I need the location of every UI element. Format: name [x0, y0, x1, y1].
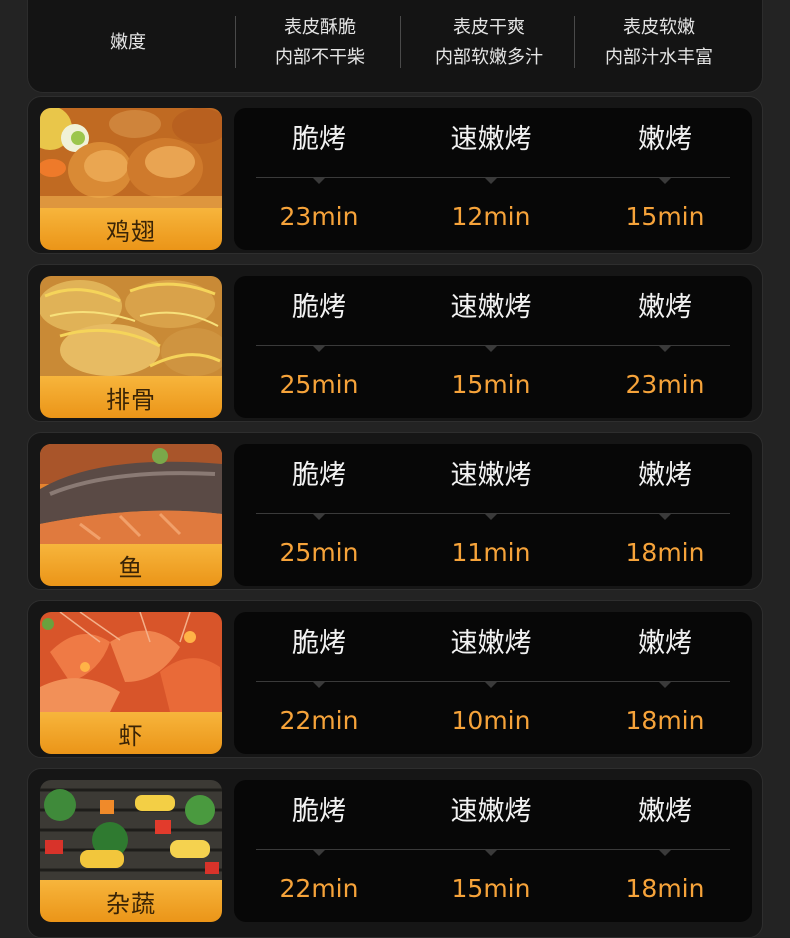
- time-crispy: 22min: [279, 874, 359, 903]
- food-tile: 杂蔬: [40, 780, 222, 922]
- food-tile: 虾: [40, 612, 222, 754]
- mode-tender: 嫩烤: [638, 460, 692, 491]
- header-separator: [235, 16, 236, 68]
- down-arrow-icon: [313, 850, 325, 856]
- ribs-image: [40, 276, 222, 376]
- down-arrow-icon: [485, 514, 497, 520]
- food-row-vegetables: 杂蔬 脆烤 速嫩烤 嫩烤 22min 15min 18min: [27, 768, 763, 938]
- header-col-line2: 内部汁水丰富: [605, 47, 713, 68]
- time-crispy: 23min: [279, 202, 359, 231]
- down-arrow-icon: [485, 178, 497, 184]
- food-label: 杂蔬: [40, 880, 222, 922]
- time-panel: 脆烤 速嫩烤 嫩烤 25min 15min 23min: [234, 276, 752, 418]
- mode-tender: 嫩烤: [638, 796, 692, 827]
- time-fast-tender: 11min: [451, 538, 531, 567]
- header-col-line1: 表皮干爽: [453, 17, 525, 38]
- down-arrow-icon: [313, 178, 325, 184]
- shrimp-image: [40, 612, 222, 712]
- food-row-fish: 鱼 脆烤 速嫩烤 嫩烤 25min 11min 18min: [27, 432, 763, 590]
- down-arrow-icon: [485, 682, 497, 688]
- time-panel: 脆烤 速嫩烤 嫩烤 22min 15min 18min: [234, 780, 752, 922]
- down-arrow-icon: [485, 346, 497, 352]
- mode-crispy: 脆烤: [292, 292, 346, 323]
- time-tender: 18min: [625, 706, 705, 735]
- down-arrow-icon: [659, 346, 671, 352]
- header-col-fast-tender: 表皮干爽 内部软嫩多汁: [404, 12, 574, 74]
- mode-fast-tender: 速嫩烤: [450, 628, 532, 659]
- down-arrow-icon: [485, 850, 497, 856]
- time-crispy: 25min: [279, 370, 359, 399]
- vegetables-image: [40, 780, 222, 880]
- time-fast-tender: 10min: [451, 706, 531, 735]
- time-fast-tender: 12min: [451, 202, 531, 231]
- time-panel: 脆烤 速嫩烤 嫩烤 25min 11min 18min: [234, 444, 752, 586]
- chicken-wings-image: [40, 108, 222, 208]
- mode-crispy: 脆烤: [292, 796, 346, 827]
- time-panel: 脆烤 速嫩烤 嫩烤 22min 10min 18min: [234, 612, 752, 754]
- down-arrow-icon: [659, 514, 671, 520]
- mode-fast-tender: 速嫩烤: [450, 460, 532, 491]
- header-col-line1: 表皮软嫩: [623, 17, 695, 38]
- time-fast-tender: 15min: [451, 370, 531, 399]
- food-row-shrimp: 虾 脆烤 速嫩烤 嫩烤 22min 10min 18min: [27, 600, 763, 758]
- down-arrow-icon: [313, 346, 325, 352]
- header-col-line2: 内部不干柴: [275, 47, 365, 68]
- mode-tender: 嫩烤: [638, 124, 692, 155]
- time-tender: 23min: [625, 370, 705, 399]
- header-col-tender: 表皮软嫩 内部汁水丰富: [579, 12, 739, 74]
- time-panel: 脆烤 速嫩烤 嫩烤 23min 12min 15min: [234, 108, 752, 250]
- mode-crispy: 脆烤: [292, 124, 346, 155]
- doneness-header: 嫩度 表皮酥脆 内部不干柴 表皮干爽 内部软嫩多汁 表皮软嫩 内部汁水丰富: [27, 0, 763, 93]
- food-label: 鸡翅: [40, 208, 222, 250]
- doneness-label-text: 嫩度: [110, 32, 146, 53]
- food-tile: 排骨: [40, 276, 222, 418]
- mode-tender: 嫩烤: [638, 628, 692, 659]
- mode-crispy: 脆烤: [292, 628, 346, 659]
- mode-crispy: 脆烤: [292, 460, 346, 491]
- down-arrow-icon: [659, 682, 671, 688]
- fish-image: [40, 444, 222, 544]
- food-label: 虾: [40, 712, 222, 754]
- header-col-line2: 内部软嫩多汁: [435, 47, 543, 68]
- mode-tender: 嫩烤: [638, 292, 692, 323]
- header-separator: [574, 16, 575, 68]
- down-arrow-icon: [313, 682, 325, 688]
- food-tile: 鱼: [40, 444, 222, 586]
- down-arrow-icon: [313, 514, 325, 520]
- time-tender: 18min: [625, 538, 705, 567]
- time-crispy: 25min: [279, 538, 359, 567]
- time-fast-tender: 15min: [451, 874, 531, 903]
- header-separator: [400, 16, 401, 68]
- header-col-line1: 表皮酥脆: [284, 17, 356, 38]
- time-crispy: 22min: [279, 706, 359, 735]
- food-row-ribs: 排骨 脆烤 速嫩烤 嫩烤 25min 15min 23min: [27, 264, 763, 422]
- time-tender: 18min: [625, 874, 705, 903]
- mode-fast-tender: 速嫩烤: [450, 124, 532, 155]
- down-arrow-icon: [659, 178, 671, 184]
- food-row-chicken-wings: 鸡翅 脆烤 速嫩烤 嫩烤 23min 12min 15min: [27, 96, 763, 254]
- food-label: 鱼: [40, 544, 222, 586]
- time-tender: 15min: [625, 202, 705, 231]
- food-tile: 鸡翅: [40, 108, 222, 250]
- down-arrow-icon: [659, 850, 671, 856]
- doneness-label: 嫩度: [68, 12, 188, 74]
- header-col-crispy: 表皮酥脆 内部不干柴: [240, 12, 400, 74]
- food-label: 排骨: [40, 376, 222, 418]
- mode-fast-tender: 速嫩烤: [450, 292, 532, 323]
- mode-fast-tender: 速嫩烤: [450, 796, 532, 827]
